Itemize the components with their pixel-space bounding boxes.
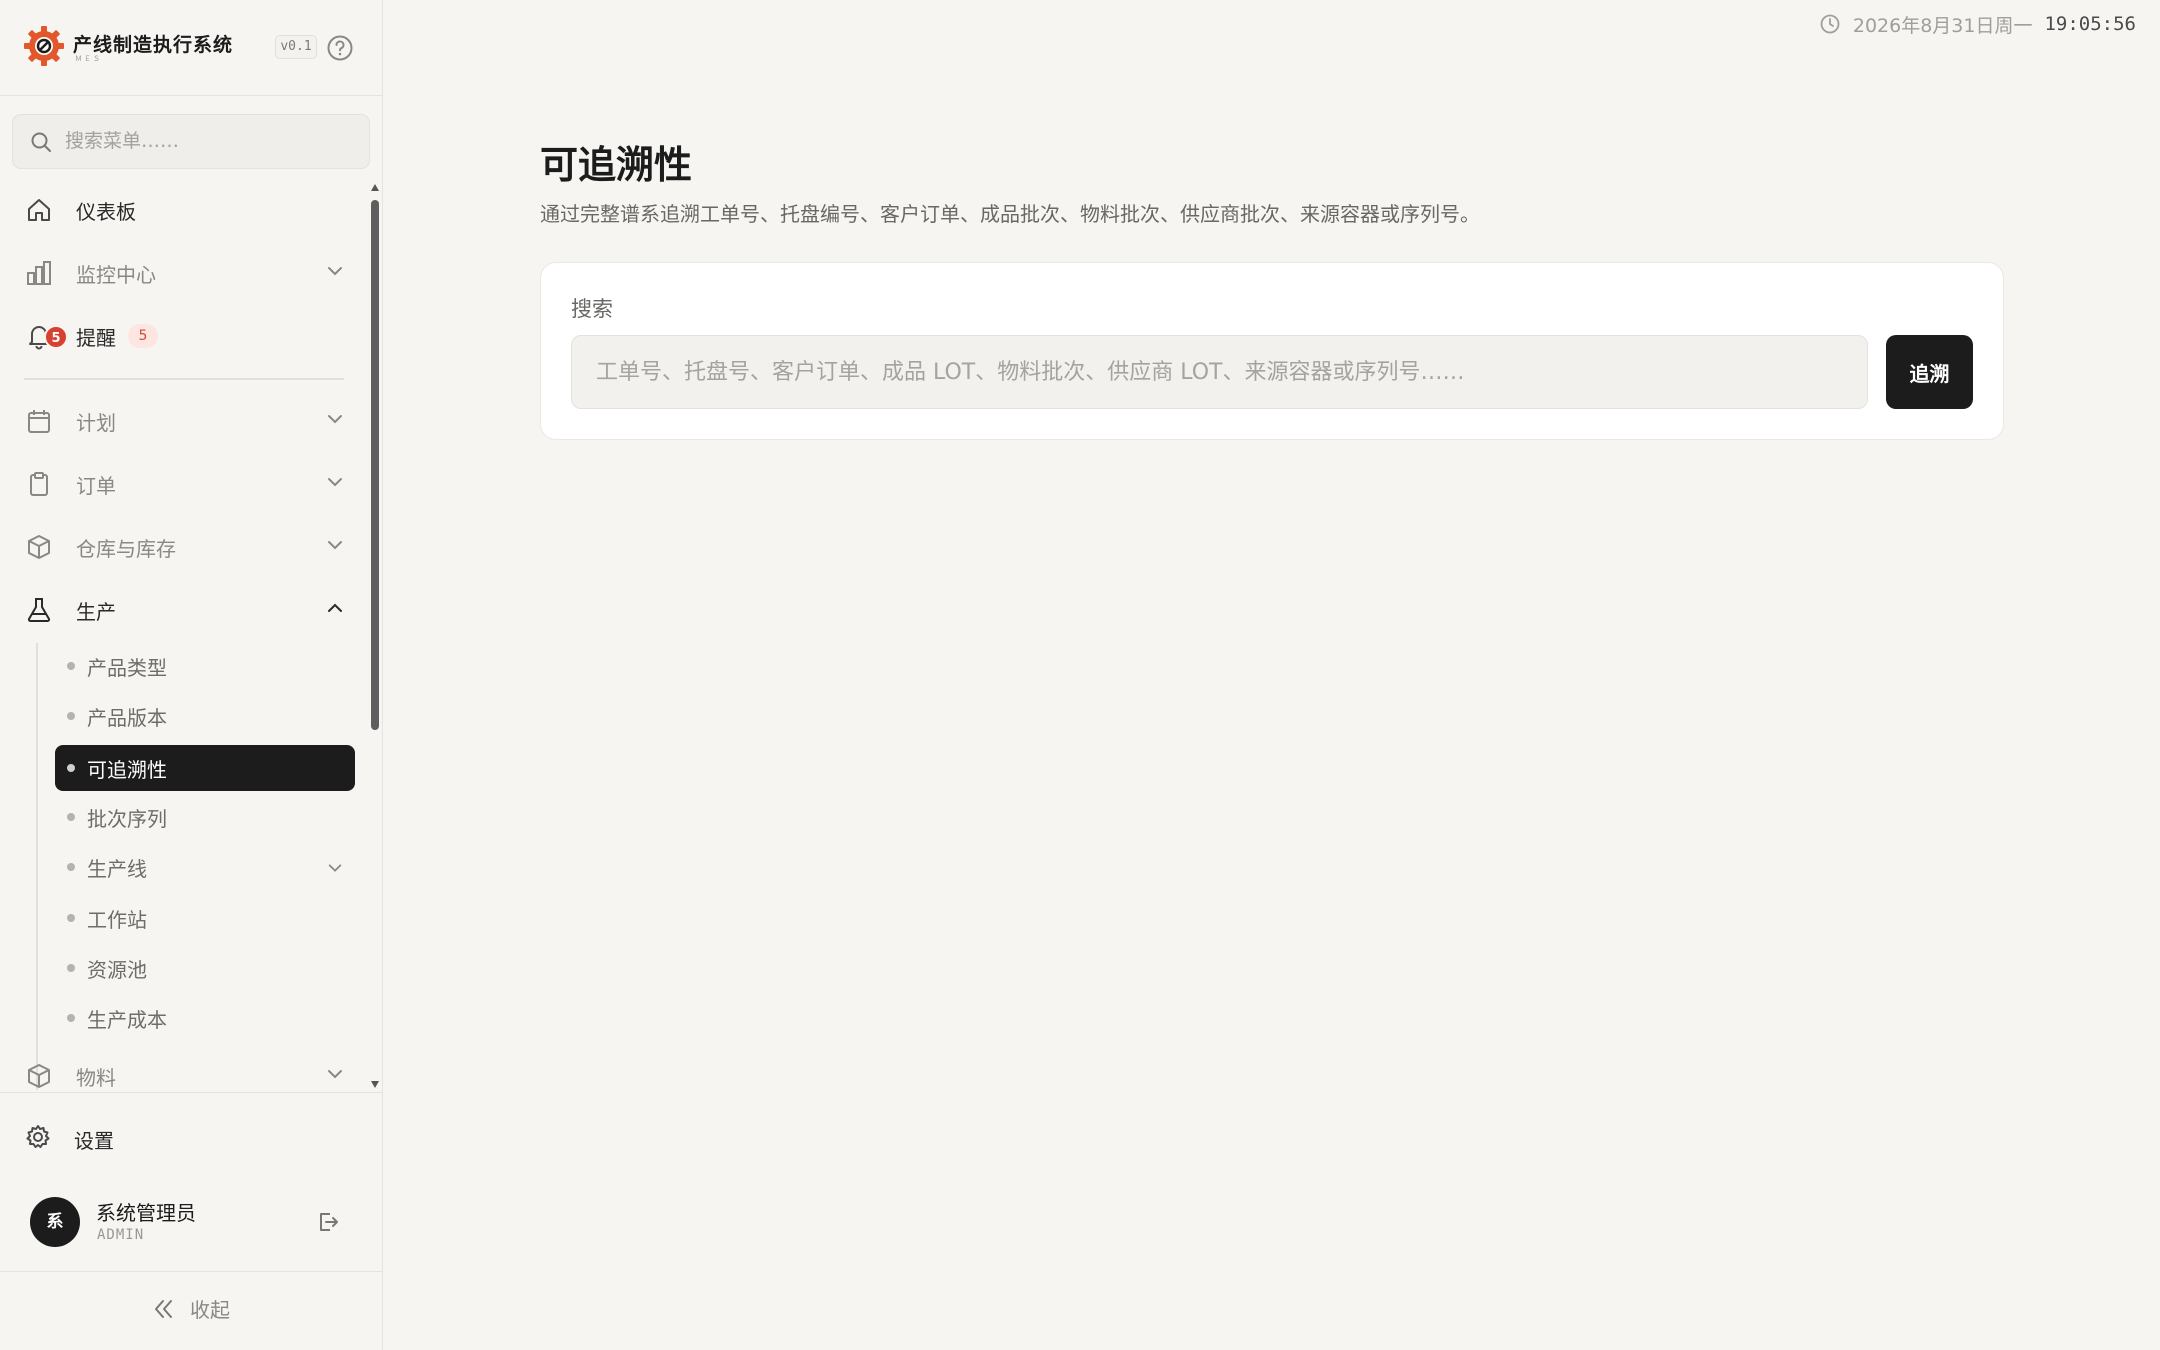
menu-search-input[interactable] [65,115,355,167]
home-icon [24,195,54,225]
sub-label-workstation: 工作站 [87,907,147,932]
trace-search-card: 搜索 追溯 [540,262,2004,440]
sidebar-nav: 仪表板 监控中心 5 提醒 5 计划 订单 仓库与库存 生产 产品类型 产品版本… [0,180,372,1090]
box-icon [24,532,54,562]
alerts-count-pill: 5 [128,324,158,348]
header-date: 2026年8月31日周一 [1852,14,2033,37]
nav-label-orders: 订单 [76,473,116,498]
user-profile: 系 系统管理员 ADMIN [30,1195,360,1251]
bell-icon: 5 [24,321,68,351]
brand-header: 产线制造执行系统 ＭＥＳ v0.1 [0,0,383,96]
chevron-down-icon [328,864,342,872]
bullet-icon [67,813,75,821]
user-role: ADMIN [97,1227,145,1243]
sub-label-batch-sequence: 批次序列 [87,806,167,831]
collapse-sidebar-button[interactable]: 收起 [150,1294,230,1323]
logout-icon[interactable] [316,1210,340,1234]
sub-item-production-cost[interactable]: 生产成本 [55,995,355,1041]
trace-button[interactable]: 追溯 [1886,335,1973,409]
nav-item-plan[interactable]: 计划 [24,395,350,447]
user-name: 系统管理员 [96,1201,196,1225]
sidebar: 产线制造执行系统 ＭＥＳ v0.1 仪表板 监控中心 [0,0,383,1350]
sub-label-product-types: 产品类型 [87,655,167,680]
page-title: 可追溯性 [540,143,693,187]
bar-chart-icon [24,258,54,288]
bullet-icon [67,863,75,871]
settings-label: 设置 [74,1128,114,1153]
sub-label-resource-pool: 资源池 [87,957,147,982]
nav-label-alerts: 提醒 [76,325,116,350]
nav-label-monitor: 监控中心 [76,262,156,287]
chevron-down-icon [328,267,342,276]
trace-search-input[interactable] [571,335,1868,409]
flask-icon [24,595,54,625]
nav-divider [24,378,344,380]
nav-item-warehouse[interactable]: 仓库与库存 [24,521,350,573]
sub-item-product-versions[interactable]: 产品版本 [55,693,355,739]
scroll-up-arrow-icon[interactable] [371,184,379,191]
sub-item-product-types[interactable]: 产品类型 [55,643,355,689]
sub-item-workstation[interactable]: 工作站 [55,895,355,941]
sub-label-production-cost: 生产成本 [87,1007,167,1032]
chevron-down-icon [328,478,342,487]
settings-button[interactable]: 设置 [24,1113,114,1165]
gear-logo-icon [24,26,64,66]
bullet-icon [67,964,75,972]
bullet-icon [67,712,75,720]
alerts-count-badge: 5 [44,325,68,349]
page-description: 通过完整谱系追溯工单号、托盘编号、客户订单、成品批次、物料批次、供应商批次、来源… [540,202,1480,226]
bullet-icon [67,914,75,922]
gear-icon [24,1123,52,1155]
version-badge: v0.1 [275,35,317,59]
search-icon [31,132,51,152]
scroll-down-arrow-icon[interactable] [371,1081,379,1088]
sub-label-product-versions: 产品版本 [87,705,167,730]
sub-item-traceability[interactable]: 可追溯性 [55,745,355,791]
sub-label-production-line: 生产线 [87,856,147,881]
collapse-label: 收起 [190,1298,230,1322]
collapse-bar: 收起 [0,1271,383,1350]
app-title: 产线制造执行系统 [73,34,234,56]
double-chevron-left-icon [155,1299,172,1318]
nav-label-plan: 计划 [76,410,116,435]
sub-item-batch-sequence[interactable]: 批次序列 [55,794,355,840]
sub-label-traceability: 可追溯性 [87,757,167,782]
nav-item-dashboard[interactable]: 仪表板 [24,184,350,236]
chevron-up-icon [328,603,342,612]
sub-item-resource-pool[interactable]: 资源池 [55,945,355,991]
bullet-icon [67,662,75,670]
nav-item-production[interactable]: 生产 [24,584,350,636]
sidebar-scrollbar[interactable] [370,184,380,1090]
header-clock: 2026年8月31日周一 19:05:56 [1819,10,2136,38]
scrollbar-thumb[interactable] [371,200,379,730]
nav-label-warehouse: 仓库与库存 [76,536,176,561]
chevron-down-icon [328,541,342,550]
help-icon[interactable] [326,34,354,62]
nav-label-materials: 物料 [76,1065,116,1090]
avatar[interactable]: 系 [30,1197,80,1247]
clipboard-icon [24,469,54,499]
chevron-down-icon [328,415,342,424]
header-time: 19:05:56 [2044,13,2136,35]
menu-search-box [12,114,370,169]
nav-item-materials[interactable]: 物料 [24,1050,350,1090]
nav-label-dashboard: 仪表板 [76,199,136,224]
sub-item-production-line[interactable]: 生产线 [55,844,355,890]
box-icon [24,1061,54,1090]
app-subtitle: ＭＥＳ [75,55,102,63]
sidebar-footer: 设置 系 系统管理员 ADMIN 收起 [0,1092,383,1350]
nav-item-monitor[interactable]: 监控中心 [24,247,350,299]
bullet-icon [67,764,75,772]
submenu-rail [36,643,38,1090]
chevron-down-icon [328,1070,342,1079]
search-label: 搜索 [571,297,613,321]
nav-item-orders[interactable]: 订单 [24,458,350,510]
nav-label-production: 生产 [76,599,116,624]
calendar-icon [24,406,54,436]
nav-item-alerts[interactable]: 5 提醒 5 [24,310,350,362]
bullet-icon [67,1014,75,1022]
clock-icon [1820,14,1840,34]
